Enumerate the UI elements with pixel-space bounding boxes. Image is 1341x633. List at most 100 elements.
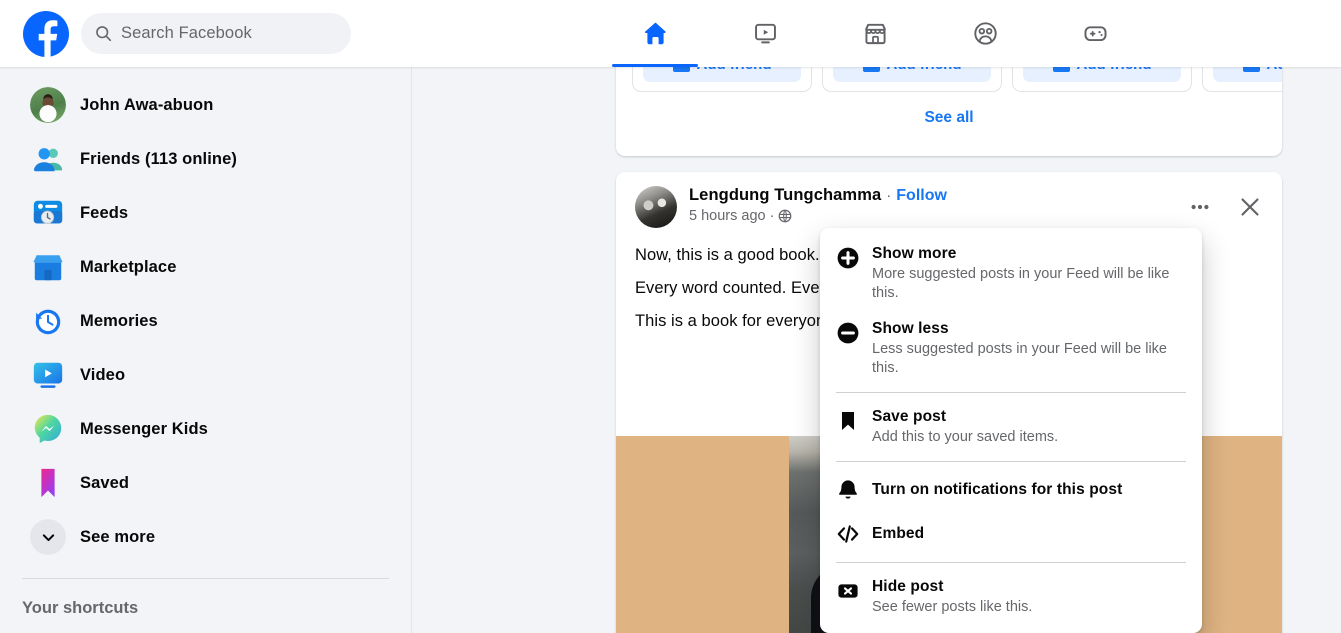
ellipsis-icon: [1191, 204, 1209, 210]
video-icon: [30, 357, 66, 393]
post-author-avatar[interactable]: [635, 186, 677, 228]
menu-item-embed[interactable]: Embed: [828, 512, 1194, 556]
add-friend-label: Add friend: [1077, 67, 1152, 73]
add-friend-icon: [862, 67, 880, 72]
menu-item-show-less[interactable]: Show less Less suggested posts in your F…: [828, 311, 1194, 386]
sidebar-item-label: Feeds: [80, 203, 129, 222]
menu-item-subtitle: See fewer posts like this.: [872, 599, 1033, 615]
sidebar-item-label: Saved: [80, 473, 130, 492]
sidebar-item-friends[interactable]: Friends (113 online): [8, 132, 403, 186]
marketplace-icon: [30, 249, 66, 285]
post-paragraph-2-a: Every word counted. Every: [635, 278, 834, 297]
menu-item-snooze[interactable]: Snooze Tungchamma for 30 days Temporaril…: [828, 625, 1194, 633]
sidebar-item-label: John Awa-abuon: [80, 95, 214, 114]
minus-circle-icon: [836, 321, 860, 345]
top-navigation-bar: Search Facebook: [0, 0, 1341, 67]
nav-tab-gaming[interactable]: [1040, 0, 1150, 67]
chevron-down-icon: [30, 519, 66, 555]
menu-item-title: Embed: [872, 525, 925, 542]
sidebar-item-feeds[interactable]: Feeds: [8, 186, 403, 240]
post-timestamp[interactable]: 5 hours ago: [689, 208, 766, 224]
add-friend-button[interactable]: Add friend: [1023, 67, 1181, 82]
menu-item-subtitle: Add this to your saved items.: [872, 429, 1059, 445]
sidebar-item-marketplace[interactable]: Marketplace: [8, 240, 403, 294]
post-more-options-button[interactable]: [1182, 189, 1218, 225]
sidebar-item-label: See more: [80, 527, 156, 546]
sidebar-item-memories[interactable]: Memories: [8, 294, 403, 348]
menu-item-title: Show more: [872, 245, 957, 262]
menu-separator: [836, 392, 1186, 393]
menu-item-save-post[interactable]: Save post Add this to your saved items.: [828, 399, 1194, 455]
people-you-may-know-card: Add friend Add friend Add friend: [616, 67, 1282, 156]
see-all-link[interactable]: See all: [616, 109, 1282, 127]
see-more-circle: [30, 519, 66, 555]
nav-tab-groups[interactable]: [930, 0, 1040, 67]
sidebar-item-label: Memories: [80, 311, 158, 330]
menu-item-show-more[interactable]: Show more More suggested posts in your F…: [828, 236, 1194, 311]
nav-tab-home[interactable]: [600, 0, 710, 67]
menu-item-title: Hide post: [872, 578, 944, 595]
home-icon: [644, 22, 666, 45]
gaming-icon: [1084, 26, 1106, 42]
meta-separator: ·: [769, 208, 775, 224]
video-icon: [754, 23, 776, 44]
left-sidebar: John Awa-abuon Friends (113 online) Feed…: [0, 67, 412, 633]
feeds-icon: [30, 195, 66, 231]
menu-item-hide-post[interactable]: Hide post See fewer posts like this.: [828, 569, 1194, 625]
post-close-button[interactable]: [1232, 189, 1268, 225]
suggested-friend-tile[interactable]: Add friend: [632, 67, 812, 92]
add-friend-icon: [1242, 67, 1260, 72]
suggested-friends-row: Add friend Add friend Add friend: [632, 67, 1282, 92]
suggested-friend-tile[interactable]: Add friend: [822, 67, 1002, 92]
menu-item-turn-on-notifications[interactable]: Turn on notifications for this post: [828, 468, 1194, 512]
menu-item-subtitle: Less suggested posts in your Feed will b…: [872, 341, 1167, 376]
messenger-kids-icon: [30, 411, 66, 447]
post-author-name[interactable]: Lengdung Tungchamma: [689, 186, 881, 205]
add-friend-button[interactable]: Add friend: [1213, 67, 1282, 82]
code-icon: [836, 522, 860, 546]
sidebar-item-messenger-kids[interactable]: Messenger Kids: [8, 402, 403, 456]
menu-item-subtitle: More suggested posts in your Feed will b…: [872, 266, 1170, 301]
post-meta: 5 hours ago ·: [689, 208, 792, 224]
search-placeholder: Search Facebook: [121, 24, 252, 42]
add-friend-button[interactable]: Add friend: [643, 67, 801, 82]
nav-tab-video[interactable]: [710, 0, 820, 67]
post-actions: [1182, 189, 1268, 225]
sidebar-item-video[interactable]: Video: [8, 348, 403, 402]
sidebar-item-profile[interactable]: John Awa-abuon: [8, 78, 403, 132]
primary-nav-tabs: [600, 0, 1150, 67]
menu-separator: [836, 562, 1186, 563]
close-icon: [1241, 198, 1259, 216]
post-author-row: Lengdung Tungchamma · Follow: [689, 186, 947, 205]
add-friend-button[interactable]: Add friend: [833, 67, 991, 82]
bookmark-icon: [836, 409, 860, 433]
add-friend-label: Add friend: [1267, 67, 1283, 73]
friends-icon: [30, 141, 66, 177]
add-friend-label: Add friend: [887, 67, 962, 73]
saved-bookmark-icon: [30, 465, 66, 501]
suggested-friend-tile[interactable]: Add friend: [1202, 67, 1282, 92]
name-separator: ·: [886, 187, 892, 204]
suggested-friend-tile[interactable]: Add friend: [1012, 67, 1192, 92]
globe-icon[interactable]: [778, 209, 792, 223]
memories-icon: [30, 303, 66, 339]
sidebar-item-label: Video: [80, 365, 126, 384]
menu-item-title: Show less: [872, 320, 949, 337]
search-icon: [95, 25, 112, 42]
facebook-logo-icon[interactable]: [23, 10, 69, 57]
sidebar-item-see-more[interactable]: See more: [8, 510, 403, 564]
menu-caret: [1118, 228, 1136, 229]
sidebar-item-saved[interactable]: Saved: [8, 456, 403, 510]
menu-item-title: Save post: [872, 408, 947, 425]
menu-separator: [836, 461, 1186, 462]
sidebar-item-label: Messenger Kids: [80, 419, 208, 438]
marketplace-icon: [864, 23, 886, 45]
nav-tab-marketplace[interactable]: [820, 0, 930, 67]
x-square-icon: [836, 579, 860, 603]
search-input[interactable]: Search Facebook: [81, 13, 351, 54]
follow-button[interactable]: Follow: [896, 187, 947, 205]
facebook-feed-page: Search Facebook John Awa-abuon Friends (…: [0, 0, 1341, 633]
post-paragraph-3-a: This is a book for everyone: [635, 311, 835, 330]
menu-item-title: Turn on notifications for this post: [872, 481, 1123, 498]
add-friend-icon: [672, 67, 690, 72]
